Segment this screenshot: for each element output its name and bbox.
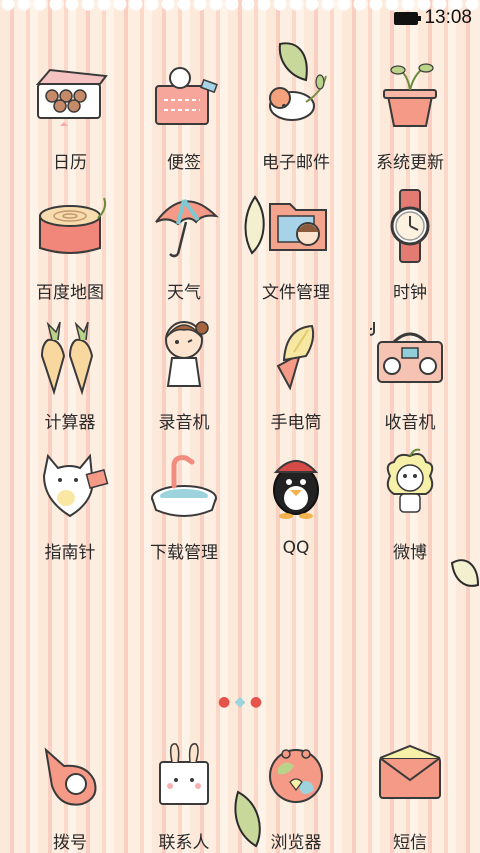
app-label: 录音机 [158,413,210,433]
app-label: 短信 [393,833,427,853]
app-qq[interactable]: QQ [236,444,356,558]
app-label: 百度地图 [36,283,104,303]
app-weather[interactable]: 天气 [124,184,244,303]
app-download-manager[interactable]: 下载管理 [124,444,244,563]
app-compass[interactable]: 指南针 [10,444,130,563]
app-label: 日历 [53,153,87,173]
whistle-phone-icon [28,734,112,818]
calendar-gift-box-icon [28,54,112,138]
app-label: 计算器 [44,413,96,433]
carrots-calculator-icon [28,314,112,398]
app-dialer[interactable]: 拨号 [10,734,130,853]
app-label: 文件管理 [262,283,330,303]
globe-browser-icon [254,734,338,818]
app-calendar[interactable]: 日历 [10,54,130,173]
app-label: 手电筒 [270,413,322,433]
app-label: 电子邮件 [262,153,330,173]
folder-icon [254,184,338,268]
penguin-qq-icon [254,444,338,528]
app-system-update[interactable]: 系统更新 [350,54,470,173]
app-radio[interactable]: 收音机 [350,314,470,433]
app-label: 联系人 [158,833,210,853]
app-label: 浏览器 [270,833,322,853]
app-label: 指南针 [44,543,96,563]
yellow-creature-weibo-icon [368,444,452,528]
page-dot-strawberry-icon[interactable]: ● [218,694,230,710]
status-time: 13:08 [424,7,472,28]
app-label: 拨号 [53,833,87,853]
app-label: 收音机 [384,413,436,433]
app-label: 便签 [167,153,201,173]
girl-recorder-icon [142,314,226,398]
basin-download-icon [142,444,226,528]
wristwatch-icon [368,184,452,268]
app-label: 天气 [167,283,201,303]
app-flashlight[interactable]: 手电筒 [236,314,356,433]
tree-stump-map-icon [28,184,112,268]
app-file-manager[interactable]: 文件管理 [236,184,356,303]
status-bar: 13:08 [0,0,480,36]
app-label: 系统更新 [376,153,444,173]
bird-mail-icon [254,54,338,138]
ice-cream-flashlight-icon [254,314,338,398]
cat-compass-icon [28,444,112,528]
umbrella-weather-icon [142,184,226,268]
app-browser[interactable]: 浏览器 [236,734,356,853]
app-label: QQ [282,538,310,558]
page-indicator: ● ◆ ● [0,694,480,710]
app-label: 下载管理 [150,543,218,563]
app-messages[interactable]: 短信 [350,734,470,853]
app-baidu-map[interactable]: 百度地图 [10,184,130,303]
page-dot-active-drop-icon[interactable]: ◆ [235,694,246,710]
app-clock[interactable]: 时钟 [350,184,470,303]
dock: 拨号 联系人 浏览器 短信 [0,728,480,853]
boombox-radio-icon [368,314,452,398]
app-calculator[interactable]: 计算器 [10,314,130,433]
battery-icon [394,11,422,25]
app-weibo[interactable]: 微博 [350,444,470,563]
envelope-sms-icon [368,734,452,818]
notepad-bunny-icon [142,54,226,138]
app-recorder[interactable]: 录音机 [124,314,244,433]
page-dot-strawberry-icon[interactable]: ● [250,694,262,710]
app-label: 时钟 [393,283,427,303]
bunny-box-contacts-icon [142,734,226,818]
app-contacts[interactable]: 联系人 [124,734,244,853]
app-email[interactable]: 电子邮件 [236,54,356,173]
sprout-pot-icon [368,54,452,138]
app-notes[interactable]: 便签 [124,54,244,173]
app-label: 微博 [393,543,427,563]
